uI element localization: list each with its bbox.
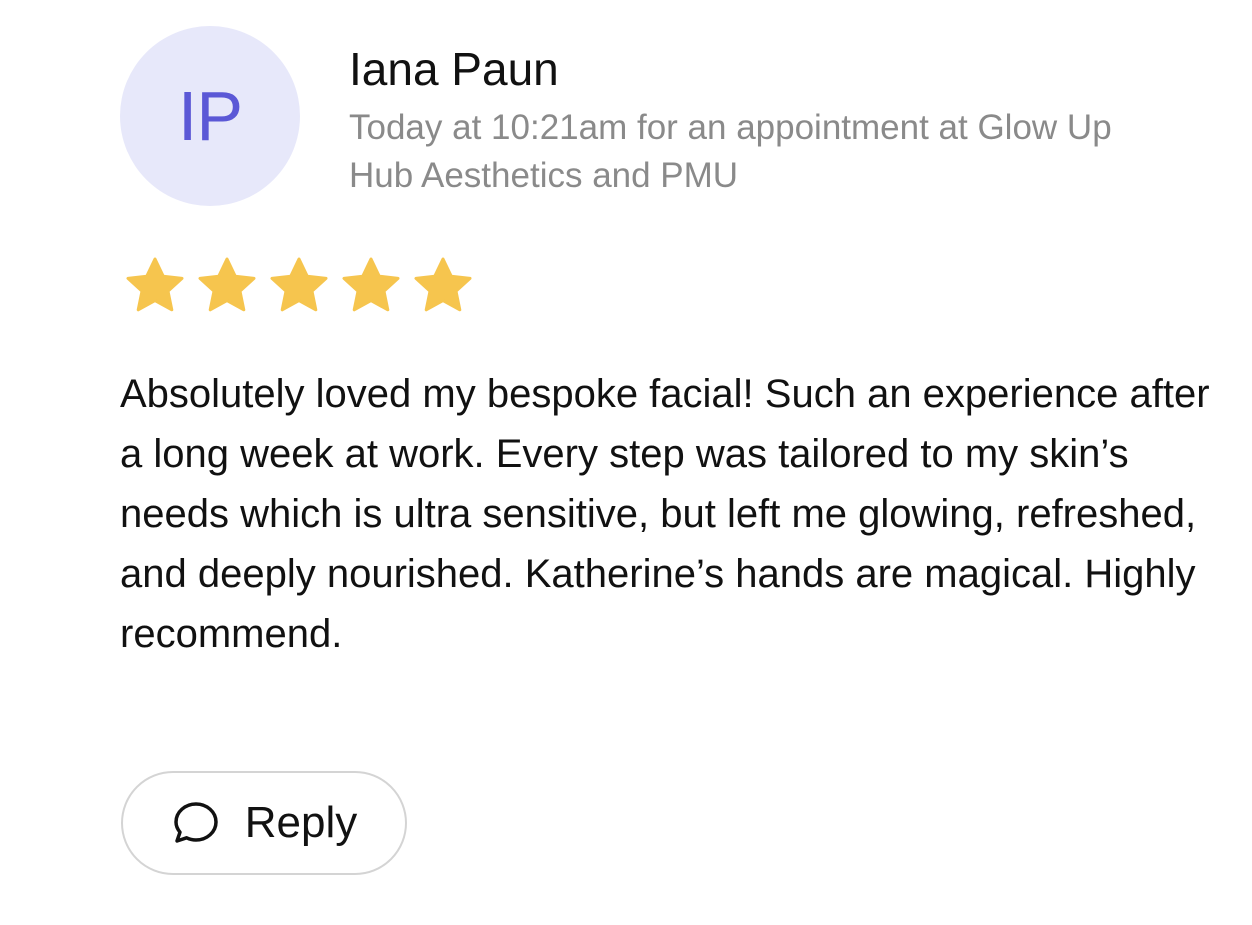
star-icon: [414, 257, 472, 312]
avatar-initials: IP: [177, 77, 243, 155]
star-rating: [120, 255, 478, 315]
avatar: IP: [120, 26, 300, 206]
chat-bubble-icon: [174, 802, 218, 843]
reply-button[interactable]: Reply: [121, 771, 407, 875]
star-icon: [342, 257, 400, 312]
star-icon: [270, 257, 328, 312]
star-icon: [126, 257, 184, 312]
review-text: Absolutely loved my bespoke facial! Such…: [120, 372, 1210, 656]
review-meta: Today at 10:21am for an appointment at G…: [349, 108, 1112, 195]
star-icon: [198, 257, 256, 312]
reply-label: Reply: [244, 798, 358, 847]
reviewer-name: Iana Paun: [349, 43, 559, 95]
